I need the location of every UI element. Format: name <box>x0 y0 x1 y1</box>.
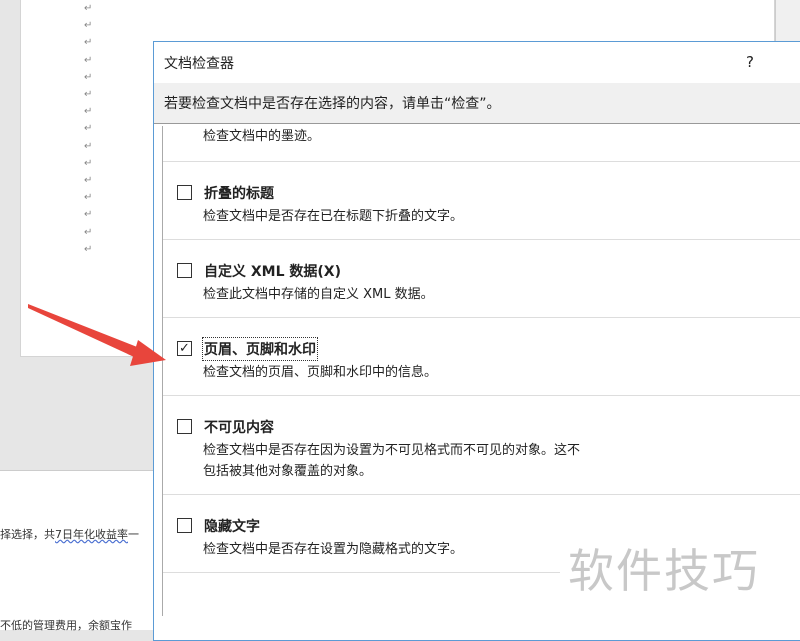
item-description: 检查文档中是否存在已在标题下折叠的文字。 <box>203 209 464 224</box>
list-item: ✓ 页眉、页脚和水印 检查文档的页眉、页脚和水印中的信息。 <box>163 318 800 396</box>
scrollbar[interactable] <box>775 0 800 42</box>
list-item: 不可见内容检查文档中是否存在因为设置为不可见格式而不可见的对象。这不包括被其他对… <box>163 396 800 495</box>
item-label[interactable]: 隐藏文字 <box>204 516 260 536</box>
item-description: 检查文档中是否存在因为设置为不可见格式而不可见的对象。这不包括被其他对象覆盖的对… <box>203 443 581 479</box>
item-label[interactable]: 不可见内容 <box>204 417 274 437</box>
watermark-logo: 软件技巧 <box>568 544 760 598</box>
doc-line: 不低的管理费用，余额宝作 <box>0 619 132 632</box>
checkbox[interactable] <box>177 518 192 533</box>
item-label[interactable]: 折叠的标题 <box>204 183 274 203</box>
item-description: 检查文档中的墨迹。 <box>203 129 321 144</box>
document-page-lower: 择选择，共7日年化收益率一 不低的管理费用，余额宝作 <box>0 470 155 632</box>
dialog-message: 若要检查文档中是否存在选择的内容，请单击“检查”。 <box>154 83 800 124</box>
dialog-title: 文档检查器 <box>164 55 234 72</box>
red-arrow-annotation <box>28 304 166 366</box>
list-item: 折叠的标题检查文档中是否存在已在标题下折叠的文字。 <box>163 162 800 240</box>
doc-line: 择选择，共7日年化收益率一 <box>0 528 139 541</box>
item-label[interactable]: 页眉、页脚和水印 <box>202 336 318 361</box>
item-description: 检查文档的页眉、页脚和水印中的信息。 <box>203 365 438 380</box>
help-button[interactable]: ? <box>746 53 754 71</box>
list-item: 自定义 XML 数据(X) 检查此文档中存储的自定义 XML 数据。 <box>163 240 800 318</box>
item-description: 检查此文档中存储的自定义 XML 数据。 <box>203 287 434 302</box>
checkbox[interactable] <box>177 419 192 434</box>
item-label[interactable]: 自定义 XML 数据(X) <box>204 261 341 281</box>
list-item-ink: 检查文档中的墨迹。 <box>163 126 800 162</box>
